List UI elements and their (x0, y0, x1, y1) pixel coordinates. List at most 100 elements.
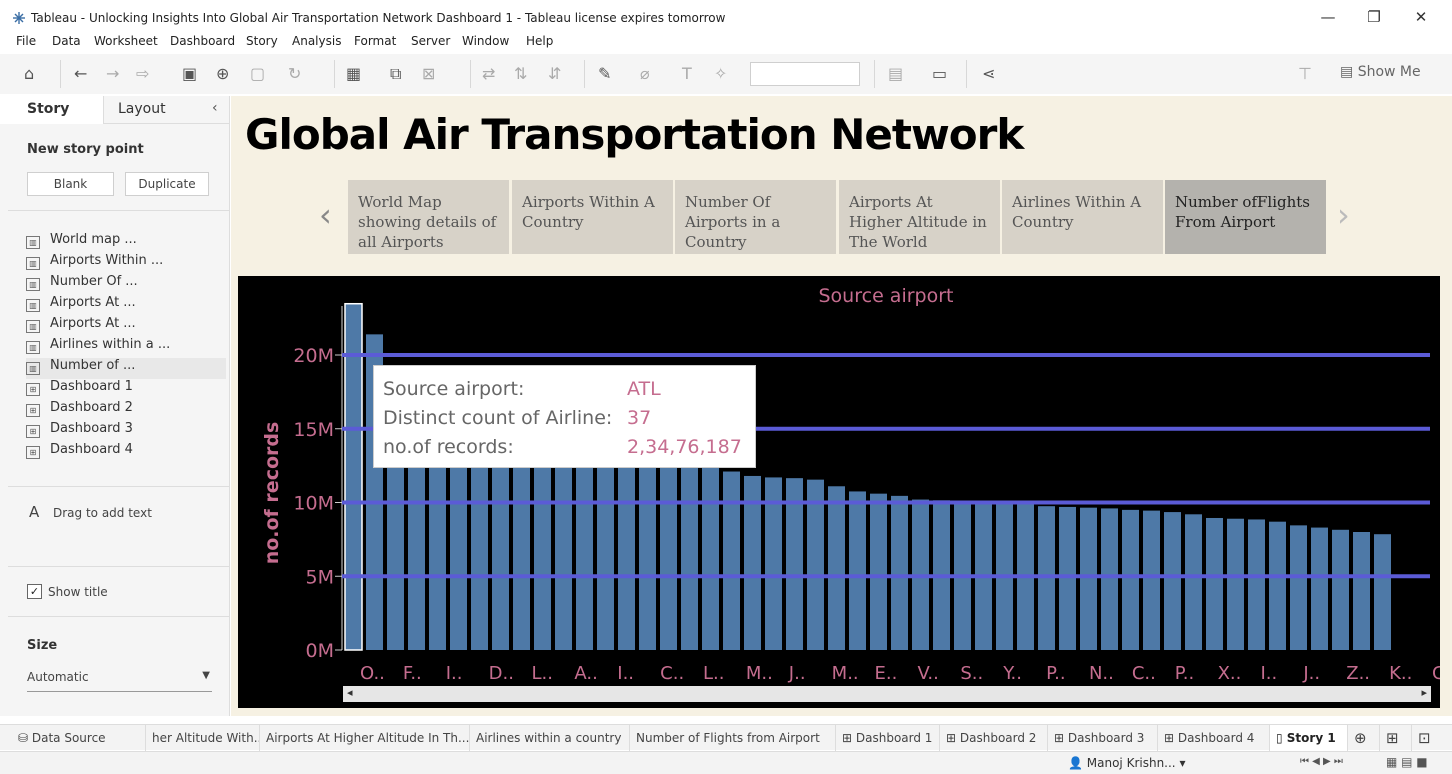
refresh-icon[interactable]: ↻ (288, 64, 301, 83)
menu-file[interactable]: File (16, 34, 36, 48)
new-worksheet-icon[interactable]: ⊕ (1348, 725, 1380, 751)
menu-analysis[interactable]: Analysis (292, 34, 341, 48)
sheet-item[interactable]: ⊞ Dashboard 4 (26, 442, 226, 463)
bar (723, 471, 740, 650)
redo-icon[interactable]: → (106, 64, 119, 83)
menu-window[interactable]: Window (462, 34, 509, 48)
tab-sheet[interactable]: Airlines within a country (470, 725, 630, 751)
restore-button[interactable]: ❐ (1364, 8, 1384, 26)
minimize-button[interactable]: — (1318, 8, 1338, 26)
bar-chart[interactable]: Source airport no.of records 0M 5M 10M 15M 20M… (238, 276, 1440, 708)
x-tick-label: F.. (403, 663, 422, 684)
sheet-item[interactable]: ▥ Airports At ... (26, 316, 226, 337)
replay-icon[interactable]: ⇨ (136, 64, 149, 83)
horizontal-scrollbar[interactable]: ◂ ▸ (343, 686, 1431, 702)
x-tick-label: C.. (660, 663, 684, 684)
sheet-item[interactable]: ⊞ Dashboard 3 (26, 421, 226, 442)
fit-dropdown[interactable] (750, 62, 860, 86)
menu-data[interactable]: Data (52, 34, 81, 48)
show-me-button[interactable]: ▤ Show Me (1340, 64, 1421, 80)
story-point-1[interactable]: World Map showing details of all Airport… (348, 180, 509, 254)
user-menu[interactable]: 👤 Manoj Krishn... ▾ (1068, 756, 1185, 770)
story-point-4[interactable]: Airports At Higher Altitude in The World (839, 180, 1000, 254)
presentation-icon[interactable]: ▭ (932, 64, 947, 83)
bar (492, 436, 509, 650)
group-icon[interactable]: ⌀ (640, 64, 650, 83)
x-tick-label: N.. (1089, 663, 1114, 684)
home-icon[interactable]: ⌂ (24, 64, 34, 83)
drag-text-object[interactable]: Drag to add text (53, 506, 152, 520)
tab-layout[interactable]: Layout (118, 101, 166, 117)
show-me-label: Show Me (1357, 64, 1421, 80)
view-mode-icons[interactable]: ▦ ▤ ■ (1386, 755, 1428, 769)
chart-title: Source airport (819, 285, 954, 307)
sheet-item[interactable]: ⊞ Dashboard 1 (26, 379, 226, 400)
sheet-item[interactable]: ▥ Number of ... (26, 358, 226, 379)
tab-dashboard[interactable]: ⊞ Dashboard 3 (1048, 725, 1158, 751)
tab-dashboard[interactable]: ⊞ Dashboard 1 (836, 725, 940, 751)
sheet-item[interactable]: ▥ World map ... (26, 232, 226, 253)
new-story-icon[interactable]: ⊡ (1412, 725, 1452, 751)
undo-icon[interactable]: ← (74, 64, 87, 83)
bar (513, 440, 530, 650)
menu-story[interactable]: Story (246, 34, 278, 48)
tab-sheet[interactable]: Airports At Higher Altitude In Th... (260, 725, 470, 751)
sheet-item[interactable]: ▥ Airports Within ... (26, 253, 226, 274)
new-dashboard-icon[interactable]: ⊞ (1380, 725, 1412, 751)
scroll-left-icon[interactable]: ◂ (347, 686, 353, 699)
tab-dashboard[interactable]: ⊞ Dashboard 2 (940, 725, 1048, 751)
new-datasource-icon[interactable]: ⊕ (216, 64, 229, 83)
blank-button[interactable]: Blank (27, 172, 114, 196)
clear-sheet-icon[interactable]: ⊠ (422, 64, 435, 83)
tab-story[interactable]: Story (27, 101, 69, 117)
duplicate-sheet-icon[interactable]: ⧉ (390, 64, 401, 84)
tab-data-source[interactable]: ⛁ Data Source (12, 725, 146, 751)
worksheet-icon: ▥ (26, 341, 40, 354)
size-select[interactable]: Automatic ▼ (27, 670, 212, 692)
divider (8, 616, 230, 617)
fit-icon[interactable]: ▤ (888, 64, 903, 83)
new-sheet-icon[interactable]: ▦ (346, 64, 361, 83)
story-point-5[interactable]: Airlines Within A Country (1002, 180, 1163, 254)
swap-icon[interactable]: ⇄ (482, 64, 495, 83)
new-worksheet-icon[interactable]: ▢ (250, 64, 265, 83)
menu-help[interactable]: Help (526, 34, 553, 48)
sheet-navigation-icons[interactable]: ⏮ ◀ ▶ ⏭ (1300, 756, 1343, 767)
sheet-item[interactable]: ▥ Number Of ... (26, 274, 226, 295)
pin-toolbar-icon[interactable]: ⊤ (1298, 64, 1312, 83)
x-tick-label: C (1432, 663, 1440, 684)
sheet-item[interactable]: ▥ Airlines within a ... (26, 337, 226, 358)
tab-sheet[interactable]: Number of Flights from Airport (630, 725, 836, 751)
collapse-panel-icon[interactable]: ‹ (212, 100, 218, 116)
side-panel-tabs: Story Layout ‹ (0, 96, 230, 124)
chevron-left-icon[interactable]: ‹ (319, 196, 332, 234)
sort-descending-icon[interactable]: ⇵ (548, 64, 561, 83)
menu-worksheet[interactable]: Worksheet (94, 34, 158, 48)
tab-label: Dashboard 3 (1067, 731, 1145, 745)
menu-dashboard[interactable]: Dashboard (170, 34, 235, 48)
scroll-right-icon[interactable]: ▸ (1421, 686, 1427, 699)
sheet-item[interactable]: ⊞ Dashboard 2 (26, 400, 226, 421)
show-title-checkbox[interactable]: ✓ (27, 584, 42, 599)
story-point-2[interactable]: Airports Within A Country (512, 180, 673, 254)
bar (534, 444, 551, 650)
highlight-icon[interactable]: ✎ (598, 64, 611, 83)
labels-icon[interactable]: T (682, 64, 692, 83)
story-point-6[interactable]: Number ofFlights From Airport (1165, 180, 1326, 254)
duplicate-button[interactable]: Duplicate (125, 172, 209, 196)
tab-sheet[interactable]: her Altitude With... (146, 725, 260, 751)
share-icon[interactable]: ⋖ (982, 64, 995, 83)
menu-format[interactable]: Format (354, 34, 396, 48)
close-button[interactable]: ✕ (1411, 8, 1431, 26)
tableau-logo-icon (13, 12, 25, 24)
sort-ascending-icon[interactable]: ⇅ (514, 64, 527, 83)
story-point-3[interactable]: Number Of Airports in a Country (675, 180, 836, 254)
pin-icon[interactable]: ✧ (714, 64, 727, 83)
save-icon[interactable]: ▣ (182, 64, 197, 83)
tab-dashboard[interactable]: ⊞ Dashboard 4 (1158, 725, 1270, 751)
tab-story-1[interactable]: ▯ Story 1 (1270, 725, 1348, 751)
title-bar: Tableau - Unlocking Insights Into Global… (0, 0, 1452, 34)
chevron-right-icon[interactable]: › (1337, 196, 1350, 234)
sheet-item[interactable]: ▥ Airports At ... (26, 295, 226, 316)
menu-server[interactable]: Server (411, 34, 450, 48)
